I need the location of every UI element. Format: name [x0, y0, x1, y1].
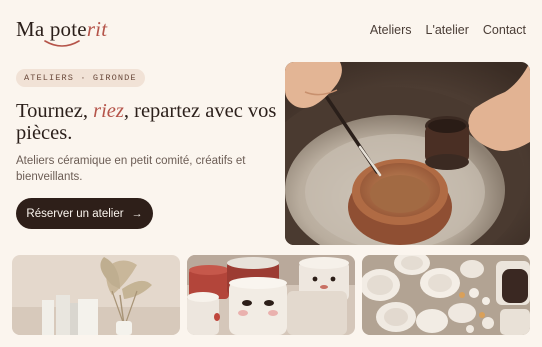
logo-text-accent: rit [86, 17, 108, 41]
headline-emphasis: riez [93, 100, 124, 122]
book-workshop-label: Réserver un atelier [26, 207, 124, 220]
nav-item-ateliers[interactable]: Ateliers [370, 23, 412, 37]
gallery-photo-face-cups[interactable] [187, 255, 355, 335]
logo-text-main: Ma pote [16, 17, 87, 41]
nav-item-latelier[interactable]: L'atelier [426, 23, 469, 37]
main-nav: Ateliers L'atelier Contact [370, 23, 526, 37]
hero-subtitle: Ateliers céramique en petit comité, créa… [16, 155, 246, 183]
logo-swoosh-icon [44, 40, 80, 47]
gallery-photo-plates[interactable] [362, 255, 530, 335]
hero-headline: Tournez, riez, repartez avec vos pièces. [16, 100, 278, 144]
hero-photo-pottery-wheel [285, 62, 530, 245]
headline-part-1: Tournez, [16, 100, 94, 122]
nav-item-contact[interactable]: Contact [483, 23, 526, 37]
arrow-right-icon: → [131, 207, 143, 220]
gallery-photo-vases[interactable] [12, 255, 180, 335]
location-badge: ATELIERS · GIRONDE [16, 69, 145, 87]
book-workshop-button[interactable]: Réserver un atelier → [16, 198, 153, 229]
